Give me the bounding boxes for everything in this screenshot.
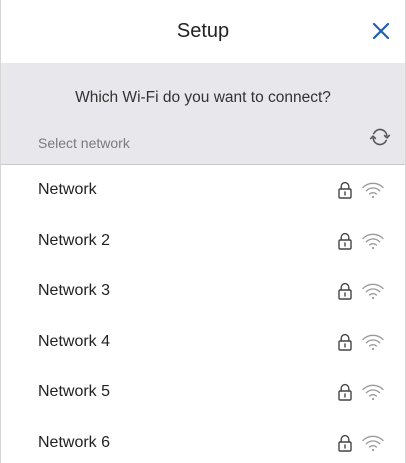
lock-icon [337, 181, 353, 199]
lock-icon [337, 282, 353, 300]
wifi-icon [361, 333, 385, 351]
wifi-icon [361, 282, 385, 300]
lock-icon [337, 333, 353, 351]
network-name: Network 3 [38, 282, 111, 300]
close-icon [372, 22, 390, 40]
network-name: Network 6 [38, 433, 111, 451]
network-list-item[interactable]: Network 5 [1, 367, 405, 418]
lock-icon [337, 383, 353, 401]
network-status-icons [337, 181, 385, 199]
select-network-label: Select network [38, 135, 130, 151]
network-status-icons [337, 232, 385, 250]
page-title: Setup [176, 20, 230, 42]
refresh-icon [369, 128, 391, 146]
network-prompt-panel: Which Wi-Fi do you want to connect? Sele… [1, 63, 405, 165]
network-name: Network 5 [38, 383, 111, 401]
wifi-icon [361, 383, 385, 401]
refresh-button[interactable] [367, 124, 393, 150]
wifi-icon [361, 181, 385, 199]
network-list-item[interactable]: Network 3 [1, 266, 405, 317]
wifi-icon [361, 434, 385, 452]
network-status-icons [337, 434, 385, 452]
network-list-item[interactable]: Network [1, 165, 405, 216]
network-status-icons [337, 333, 385, 351]
lock-icon [337, 434, 353, 452]
network-list: Network Network 2 Network 3 Network 4 Ne… [1, 165, 405, 463]
wifi-icon [361, 232, 385, 250]
close-button[interactable] [367, 17, 395, 45]
header-bar: Setup [1, 0, 405, 63]
network-status-icons [337, 383, 385, 401]
network-list-item[interactable]: Network 2 [1, 216, 405, 267]
setup-screen: Setup Which Wi-Fi do you want to connect… [0, 0, 406, 463]
network-list-item[interactable]: Network 6 [1, 418, 405, 463]
prompt-question: Which Wi-Fi do you want to connect? [75, 89, 331, 106]
lock-icon [337, 232, 353, 250]
network-name: Network 4 [38, 332, 111, 350]
network-name: Network [38, 181, 97, 199]
network-status-icons [337, 282, 385, 300]
network-list-item[interactable]: Network 4 [1, 317, 405, 368]
network-name: Network 2 [38, 231, 111, 249]
